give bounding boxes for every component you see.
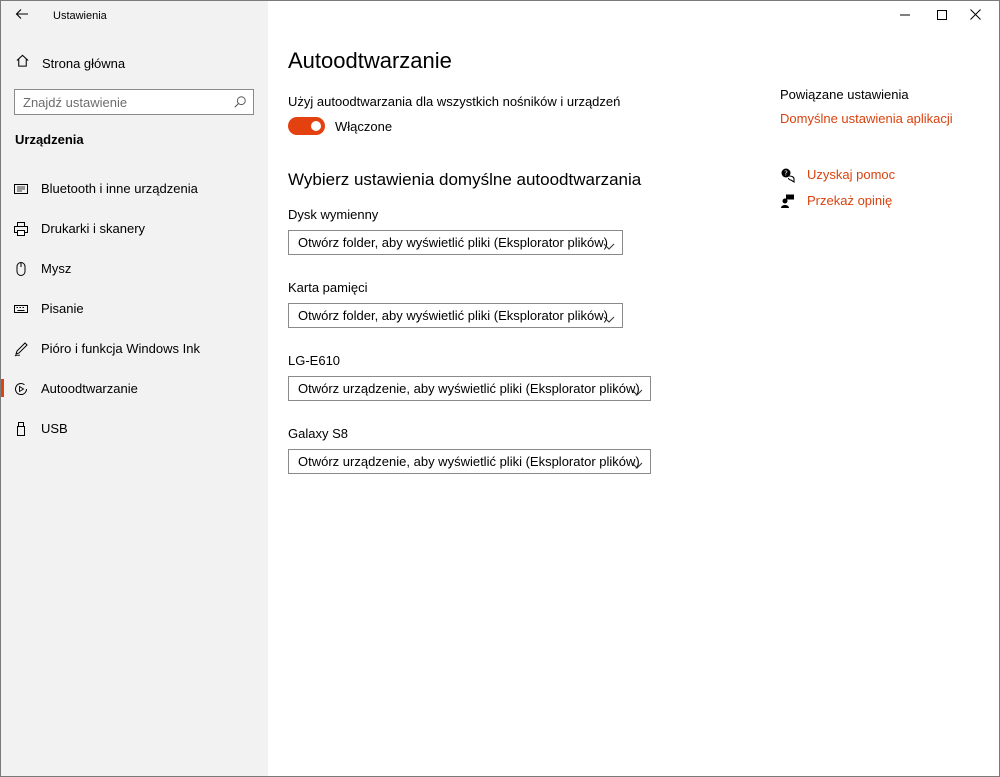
- device-label-memory-card: Karta pamięci: [288, 280, 368, 295]
- toggle-state-text: Włączone: [335, 119, 393, 134]
- autoplay-toggle[interactable]: [288, 117, 325, 135]
- chevron-down-icon: [631, 457, 643, 469]
- get-help-label: Uzyskaj pomoc: [807, 167, 896, 182]
- dropdown-value: Otwórz urządzenie, aby wyświetlić pliki …: [298, 381, 640, 396]
- defaults-subheading: Wybierz ustawienia domyślne autoodtwarza…: [288, 170, 642, 189]
- device-label-galaxy-s8: Galaxy S8: [288, 426, 348, 441]
- sidebar-item-home[interactable]: Strona główna: [15, 53, 125, 73]
- search-icon[interactable]: [233, 95, 247, 114]
- dropdown-value: Otwórz folder, aby wyświetlić pliki (Eks…: [298, 235, 608, 250]
- autoplay-icon: [13, 381, 29, 397]
- sidebar-item-label: Pióro i funkcja Windows Ink: [41, 341, 200, 356]
- chevron-down-icon: [603, 238, 615, 250]
- toggle-knob: [311, 121, 321, 131]
- give-feedback-link[interactable]: Przekaż opinię: [780, 193, 892, 209]
- dropdown-value: Otwórz folder, aby wyświetlić pliki (Eks…: [298, 308, 608, 323]
- pen-icon: [13, 341, 29, 357]
- back-button[interactable]: [9, 5, 35, 27]
- sidebar: Strona główna Urządzenia Bluetooth i inn…: [1, 1, 268, 776]
- page-title: Autoodtwarzanie: [288, 48, 452, 73]
- printer-icon: [13, 221, 29, 237]
- sidebar-item-typing[interactable]: Pisanie: [1, 290, 268, 326]
- maximize-icon: [937, 7, 947, 25]
- maximize-button[interactable]: [925, 1, 959, 31]
- lg-e610-dropdown[interactable]: Otwórz urządzenie, aby wyświetlić pliki …: [288, 376, 651, 401]
- usb-icon: [13, 421, 29, 437]
- sidebar-item-label: USB: [41, 421, 68, 436]
- close-icon: [969, 7, 981, 25]
- removable-drive-dropdown[interactable]: Otwórz folder, aby wyświetlić pliki (Eks…: [288, 230, 623, 255]
- sidebar-item-label: Bluetooth i inne urządzenia: [41, 181, 198, 196]
- default-apps-link[interactable]: Domyślne ustawienia aplikacji: [780, 111, 953, 126]
- home-label: Strona główna: [42, 55, 126, 71]
- sidebar-item-pen[interactable]: Pióro i funkcja Windows Ink: [1, 330, 268, 366]
- device-label-removable-drive: Dysk wymienny: [288, 207, 379, 222]
- sidebar-item-usb[interactable]: USB: [1, 410, 268, 446]
- sidebar-item-label: Autoodtwarzanie: [41, 381, 138, 396]
- close-button[interactable]: [958, 1, 992, 31]
- sidebar-item-mouse[interactable]: Mysz: [1, 250, 268, 286]
- chevron-down-icon: [631, 384, 643, 396]
- mouse-icon: [13, 261, 29, 277]
- bluetooth-devices-icon: [13, 181, 29, 197]
- device-label-lg-e610: LG-E610: [288, 353, 341, 368]
- title-bar: Ustawienia: [1, 1, 999, 31]
- galaxy-s8-dropdown[interactable]: Otwórz urządzenie, aby wyświetlić pliki …: [288, 449, 651, 474]
- sidebar-item-printers[interactable]: Drukarki i skanery: [1, 210, 268, 246]
- sidebar-item-bluetooth[interactable]: Bluetooth i inne urządzenia: [1, 170, 268, 206]
- back-arrow-icon: [15, 7, 29, 25]
- chevron-down-icon: [603, 311, 615, 323]
- sidebar-section-title: Urządzenia: [15, 132, 84, 147]
- related-settings-heading: Powiązane ustawienia: [780, 87, 909, 102]
- feedback-icon: [780, 193, 796, 209]
- get-help-link[interactable]: ? Uzyskaj pomoc: [780, 167, 895, 183]
- memory-card-dropdown[interactable]: Otwórz folder, aby wyświetlić pliki (Eks…: [288, 303, 623, 328]
- help-chat-icon: ?: [780, 167, 796, 183]
- give-feedback-label: Przekaż opinię: [807, 193, 893, 208]
- sidebar-item-autoplay[interactable]: Autoodtwarzanie: [1, 370, 268, 406]
- selected-indicator: [1, 379, 4, 397]
- sidebar-item-label: Drukarki i skanery: [41, 221, 146, 236]
- keyboard-icon: [13, 301, 29, 317]
- search-input[interactable]: [15, 90, 220, 114]
- search-box: [14, 89, 254, 115]
- svg-text:?: ?: [784, 170, 788, 178]
- dropdown-value: Otwórz urządzenie, aby wyświetlić pliki …: [298, 454, 640, 469]
- autoplay-toggle-label: Użyj autoodtwarzania dla wszystkich nośn…: [288, 94, 621, 109]
- home-icon: [15, 53, 30, 73]
- settings-window: Strona główna Urządzenia Bluetooth i inn…: [0, 0, 1000, 777]
- window-title: Ustawienia: [53, 10, 107, 22]
- sidebar-item-label: Pisanie: [41, 301, 84, 316]
- minimize-icon: [900, 7, 910, 25]
- sidebar-item-label: Mysz: [41, 261, 72, 276]
- minimize-button[interactable]: [888, 1, 922, 31]
